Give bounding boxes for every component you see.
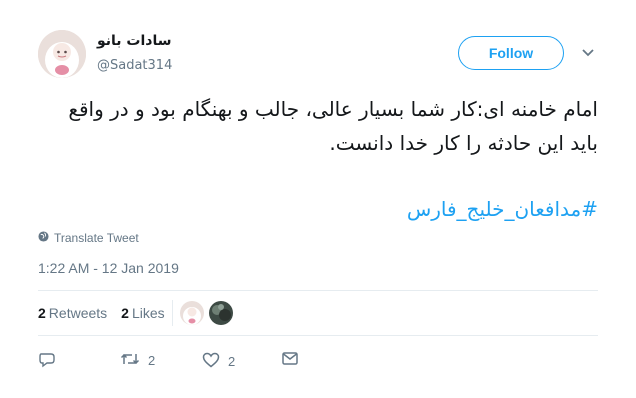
retweets-count: 2	[38, 305, 46, 321]
retweet-count: 2	[148, 353, 156, 368]
hashtag-link[interactable]: #مدافعان_خلیج_فارس	[38, 192, 598, 226]
likes-stat[interactable]: 2 Likes	[121, 305, 164, 321]
translate-tweet-link[interactable]: Translate Tweet	[38, 231, 139, 245]
retweets-label: Retweets	[48, 305, 108, 321]
display-name[interactable]: سادات بانو	[97, 33, 172, 49]
stats-separator	[172, 300, 173, 326]
tweet-stats: 2 Retweets 2 Likes	[38, 305, 165, 321]
chevron-down-icon[interactable]	[580, 46, 596, 60]
direct-message-button[interactable]	[282, 352, 298, 368]
user-handle[interactable]: @Sadat314	[97, 58, 172, 73]
translate-label: Translate Tweet	[54, 231, 139, 245]
liker-avatar[interactable]	[209, 301, 233, 325]
retweets-stat[interactable]: 2 Retweets	[38, 305, 107, 321]
tweet-text: امام خامنه ای:کار شما بسیار عالی، جالب و…	[68, 97, 598, 155]
follow-button[interactable]: Follow	[458, 36, 564, 70]
tweet-timestamp[interactable]: 1:22 AM - 12 Jan 2019	[38, 260, 179, 276]
retweet-icon	[120, 352, 140, 369]
like-count: 2	[228, 354, 236, 369]
divider	[38, 335, 598, 336]
reply-button[interactable]	[38, 352, 56, 371]
like-button[interactable]: 2	[202, 352, 235, 371]
envelope-icon	[282, 352, 298, 368]
reply-icon	[38, 352, 56, 371]
globe-icon	[38, 231, 49, 245]
divider	[38, 290, 598, 291]
likes-label: Likes	[131, 305, 165, 321]
retweet-button[interactable]: 2	[120, 352, 155, 369]
liker-avatar[interactable]	[180, 301, 204, 325]
avatar[interactable]	[38, 30, 86, 78]
likes-count: 2	[121, 305, 129, 321]
heart-icon	[202, 352, 220, 371]
avatar-image	[38, 30, 86, 78]
